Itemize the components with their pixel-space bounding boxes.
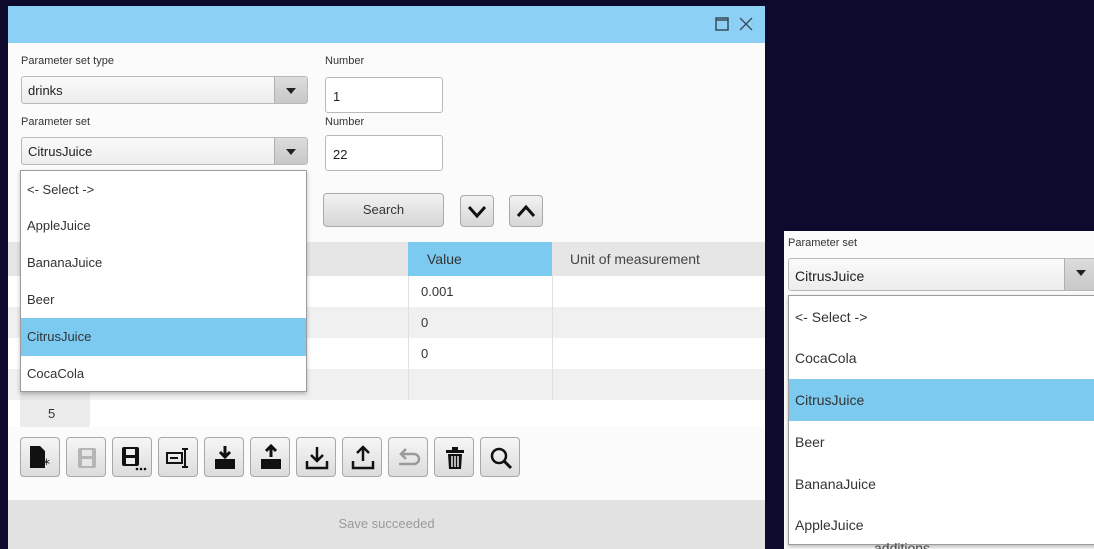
save-icon	[78, 448, 96, 468]
new-button[interactable]: *	[20, 437, 60, 477]
zoom-param-set-label: Parameter set	[788, 237, 858, 249]
param-set-dropdown: <- Select -> AppleJuice BananaJuice Beer…	[20, 170, 307, 392]
status-text: Save succeeded	[338, 516, 435, 531]
chevron-down-icon	[467, 206, 487, 219]
number2-value: 22	[333, 147, 348, 162]
row-unit[interactable]	[552, 338, 765, 369]
row-index: 5	[20, 400, 90, 427]
param-set-label: Parameter set	[21, 116, 91, 128]
option-citrusjuice[interactable]: CitrusJuice	[21, 318, 306, 356]
zoom-panel: Parameter set CitrusJuice <- Select -> C…	[784, 231, 1094, 549]
chevron-up-icon	[516, 204, 536, 217]
title-bar	[8, 6, 765, 43]
row-value[interactable]: 0	[408, 338, 552, 369]
search-icon	[490, 447, 513, 470]
number2-input[interactable]: 22	[325, 135, 443, 171]
zoom-param-set-select[interactable]: CitrusJuice	[788, 258, 1094, 291]
export-icon	[261, 444, 281, 469]
save-button[interactable]	[66, 437, 106, 477]
row-value[interactable]: 0.001	[408, 276, 552, 307]
save-as-button[interactable]	[112, 437, 152, 477]
option-cocacola[interactable]: CocaCola	[21, 355, 306, 393]
undo-icon	[399, 448, 421, 466]
parameter-window: Parameter set type drinks Number 1 Param…	[8, 6, 765, 549]
zoom-param-set-dropdown: <- Select -> CocaCola CitrusJuice Beer B…	[788, 295, 1094, 545]
close-icon[interactable]	[736, 14, 756, 34]
header-value[interactable]: Value	[408, 242, 552, 276]
param-set-value: CitrusJuice	[28, 144, 93, 159]
move-down-button[interactable]	[460, 195, 494, 227]
delete-icon	[446, 447, 464, 469]
option-beer[interactable]: Beer	[21, 281, 306, 319]
maximize-icon[interactable]	[712, 14, 732, 34]
number1-label: Number	[325, 55, 365, 67]
chevron-down-icon[interactable]	[274, 77, 307, 103]
zoom-option-citrusjuice[interactable]: CitrusJuice	[789, 379, 1094, 421]
option-select[interactable]: <- Select ->	[21, 171, 306, 209]
number2-label: Number	[325, 116, 365, 128]
zoom-option-beer[interactable]: Beer	[789, 421, 1094, 463]
svg-text:*: *	[43, 457, 50, 472]
rename-icon	[166, 448, 188, 468]
row-unit[interactable]	[552, 369, 765, 400]
zoom-option-cocacola[interactable]: CocaCola	[789, 337, 1094, 379]
row-value[interactable]: 0	[408, 307, 552, 338]
status-bar: Save succeeded	[8, 500, 765, 549]
param-type-label: Parameter set type	[21, 55, 114, 67]
move-up-button[interactable]	[509, 195, 543, 227]
export-button[interactable]	[250, 437, 290, 477]
number1-input[interactable]: 1	[325, 77, 443, 113]
rename-button[interactable]	[158, 437, 198, 477]
row-unit[interactable]	[552, 276, 765, 307]
zoom-option-bananajuice[interactable]: BananaJuice	[789, 463, 1094, 505]
upload-icon	[351, 445, 375, 470]
find-button[interactable]	[480, 437, 520, 477]
zoom-param-set-value: CitrusJuice	[795, 268, 865, 284]
chevron-down-icon[interactable]	[274, 138, 307, 164]
number1-value: 1	[333, 89, 341, 104]
undo-button[interactable]	[388, 437, 428, 477]
option-bananajuice[interactable]: BananaJuice	[21, 244, 306, 282]
upload-button[interactable]	[342, 437, 382, 477]
new-icon: *	[30, 446, 50, 472]
row-value[interactable]	[408, 369, 552, 400]
delete-button[interactable]	[434, 437, 474, 477]
row-unit[interactable]	[552, 307, 765, 338]
chevron-down-icon[interactable]	[1064, 259, 1094, 290]
zoom-row-name: additions	[874, 540, 931, 549]
param-type-select[interactable]: drinks	[21, 76, 308, 104]
import-icon	[215, 446, 235, 469]
import-button[interactable]	[204, 437, 244, 477]
search-button[interactable]: Search	[323, 193, 444, 227]
download-button[interactable]	[296, 437, 336, 477]
header-unit[interactable]: Unit of measurement	[552, 242, 765, 276]
table-row[interactable]: 5	[8, 400, 765, 427]
param-set-select[interactable]: CitrusJuice	[21, 137, 308, 165]
download-icon	[305, 447, 329, 470]
option-applejuice[interactable]: AppleJuice	[21, 207, 306, 245]
save-as-icon	[122, 447, 147, 471]
param-type-value: drinks	[28, 83, 63, 98]
zoom-option-applejuice[interactable]: AppleJuice	[789, 505, 1094, 545]
zoom-option-select[interactable]: <- Select ->	[789, 296, 1094, 338]
